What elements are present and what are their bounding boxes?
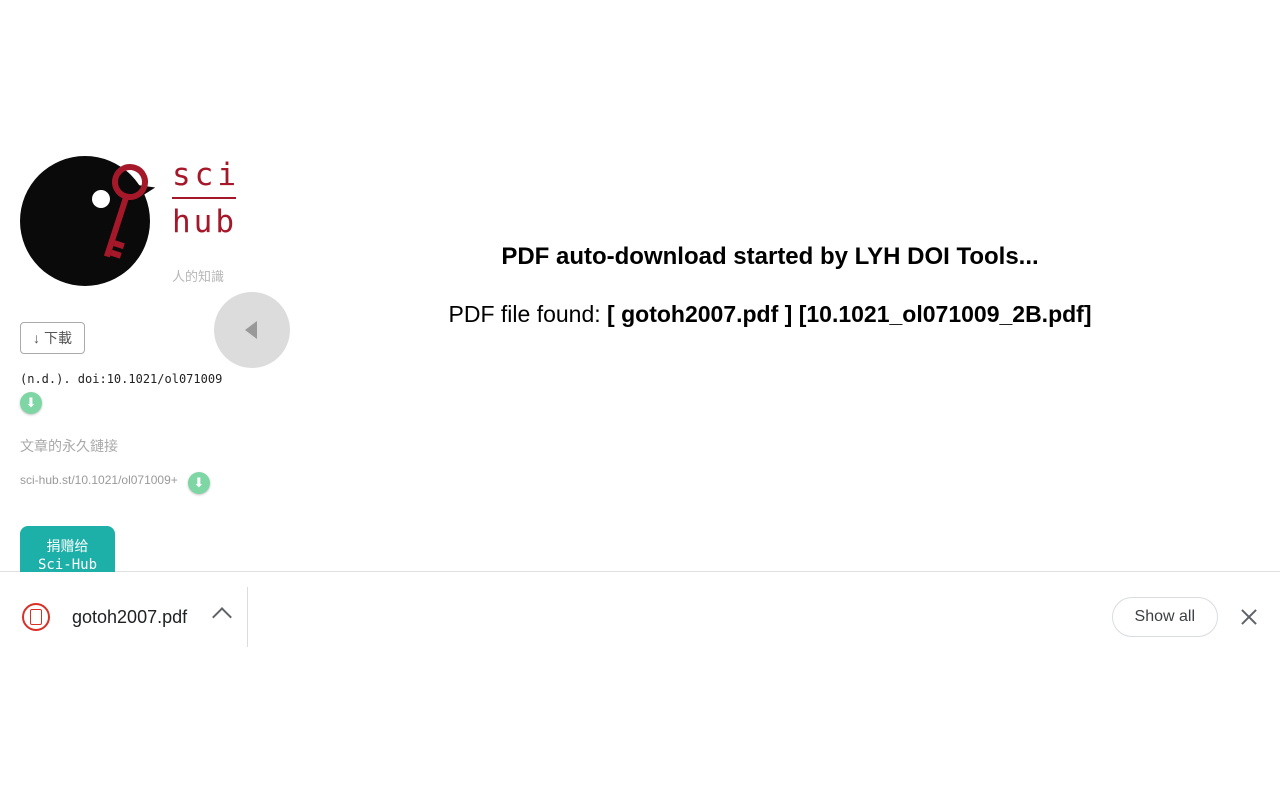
- download-bar: gotoh2007.pdf Show all: [0, 572, 1280, 662]
- chevron-up-icon[interactable]: [212, 607, 232, 627]
- brand-block: sci hub 人的知識: [20, 156, 240, 288]
- file-found-message: PDF file found: [ gotoh2007.pdf ] [10.10…: [449, 301, 1092, 328]
- download-chip[interactable]: gotoh2007.pdf: [22, 587, 248, 647]
- download-arrow-icon: ↓: [33, 330, 40, 346]
- download-button[interactable]: ↓ 下載: [20, 322, 85, 354]
- donate-line2: Sci-Hub: [38, 557, 97, 573]
- raven-logo: [20, 156, 152, 288]
- brand-line1: sci: [172, 156, 236, 199]
- save-icon[interactable]: ⬇: [20, 392, 42, 414]
- show-all-button[interactable]: Show all: [1112, 597, 1218, 637]
- collapse-sidebar-button[interactable]: [214, 292, 290, 368]
- sidebar: sci hub 人的知識 ↓ 下載 (n.d.). doi:10.1021/ol…: [0, 0, 260, 571]
- download-label: 下載: [44, 328, 72, 348]
- permalink[interactable]: sci-hub.st/10.1021/ol071009+: [20, 473, 178, 487]
- pdf-icon: [22, 603, 50, 631]
- brand-tagline: 人的知識: [172, 266, 237, 285]
- status-message: PDF auto-download started by LYH DOI Too…: [501, 243, 1038, 271]
- citation-text: (n.d.). doi:10.1021/ol071009: [20, 372, 240, 386]
- permalink-label: 文章的永久鏈接: [20, 436, 240, 456]
- file-found-names: [ gotoh2007.pdf ] [10.1021_ol071009_2B.p…: [607, 301, 1091, 327]
- main-content: PDF auto-download started by LYH DOI Too…: [260, 0, 1280, 571]
- donate-line1: 捐赠给: [47, 539, 89, 555]
- save-permalink-icon[interactable]: ⬇: [188, 472, 210, 494]
- file-found-prefix: PDF file found:: [449, 301, 608, 327]
- download-filename: gotoh2007.pdf: [72, 607, 187, 628]
- close-icon[interactable]: [1240, 608, 1258, 626]
- brand-line2: hub: [172, 201, 237, 238]
